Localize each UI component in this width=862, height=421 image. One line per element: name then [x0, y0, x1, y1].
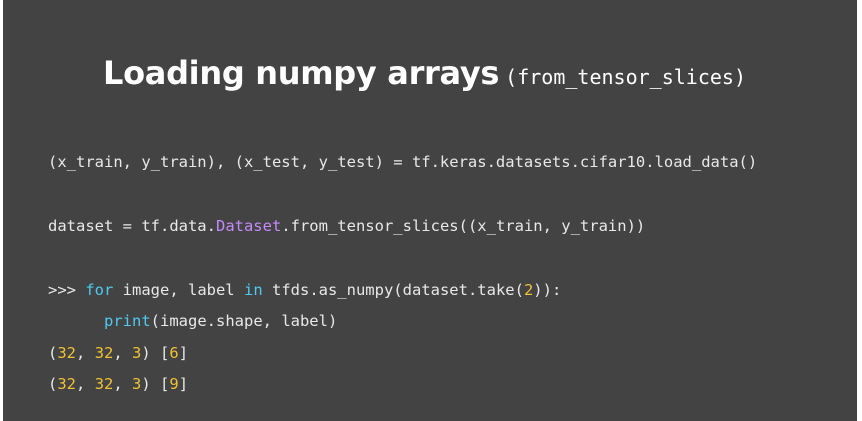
code-text: ) [: [141, 344, 170, 362]
code-number: 9: [169, 375, 179, 393]
code-text: tfds.as_numpy(dataset.take(: [262, 281, 524, 299]
code-keyword-print: print: [104, 312, 151, 330]
code-text: (: [48, 375, 58, 393]
code-output-line-1: (32, 32, 3) [6]: [48, 343, 188, 363]
presentation-slide: Loading numpy arrays (from_tensor_slices)…: [3, 0, 857, 421]
code-text: (image.shape, label): [150, 312, 338, 330]
title-main: Loading numpy arrays: [103, 54, 500, 92]
code-text: image, label: [113, 281, 244, 299]
code-text: ,: [76, 375, 95, 393]
code-output-line-2: (32, 32, 3) [9]: [48, 374, 188, 394]
code-keyword-for: for: [85, 281, 114, 299]
code-text: ,: [76, 344, 95, 362]
code-number: 32: [94, 344, 114, 362]
code-text: ]: [178, 344, 189, 362]
screenshot-frame: Loading numpy arrays (from_tensor_slices)…: [0, 0, 862, 421]
code-text: ]: [178, 375, 189, 393]
code-text: .from_tensor_slices((x_train, y_train)): [281, 217, 646, 235]
code-line-for-loop: >>> for image, label in tfds.as_numpy(da…: [48, 280, 561, 300]
code-number: 32: [57, 344, 77, 362]
code-keyword-in: in: [243, 281, 263, 299]
code-text: )):: [533, 281, 562, 299]
code-text: ) [: [141, 375, 170, 393]
slide-title: Loading numpy arrays (from_tensor_slices): [103, 54, 746, 92]
code-text: (: [48, 344, 58, 362]
code-text: ,: [113, 344, 133, 362]
code-number: 32: [94, 375, 114, 393]
code-number: 2: [523, 281, 534, 299]
code-number: 3: [132, 344, 142, 362]
code-text: dataset = tf.data.: [48, 217, 216, 235]
code-number: 6: [169, 344, 179, 362]
code-line-dataset: dataset = tf.data.Dataset.from_tensor_sl…: [48, 216, 645, 236]
code-line-load-data: (x_train, y_train), (x_test, y_test) = t…: [48, 153, 758, 171]
code-line-print: print(image.shape, label): [48, 311, 337, 331]
code-number: 3: [132, 375, 142, 393]
code-prompt: >>>: [48, 281, 86, 299]
code-class-name: Dataset: [215, 217, 282, 235]
code-number: 32: [57, 375, 77, 393]
title-suffix: (from_tensor_slices): [505, 65, 746, 89]
code-text: ,: [113, 375, 133, 393]
